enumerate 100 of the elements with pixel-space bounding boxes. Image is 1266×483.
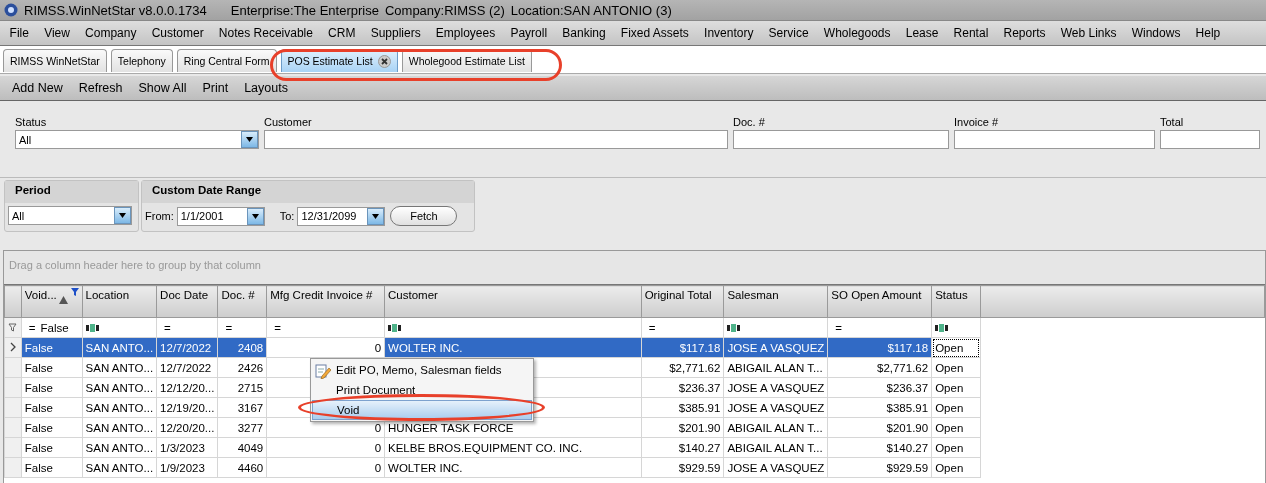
table-cell: $2,771.62 <box>641 357 724 378</box>
close-icon[interactable] <box>377 54 391 68</box>
filter-icon[interactable] <box>70 288 79 296</box>
table-cell: False <box>21 397 83 418</box>
menu-item[interactable]: Help <box>1188 26 1228 40</box>
dropdown-field[interactable]: All <box>8 206 132 225</box>
menu-item[interactable]: View <box>36 26 78 40</box>
table-cell: 1/3/2023 <box>156 437 218 458</box>
menu-item[interactable]: Void <box>312 400 532 420</box>
table-cell: ABIGAIL ALAN T... <box>723 417 828 438</box>
input-field[interactable] <box>1160 130 1260 149</box>
table-cell: False <box>21 377 83 398</box>
table-cell: SAN ANTO... <box>82 357 157 378</box>
field-label: Invoice # <box>954 116 1000 128</box>
column-header[interactable]: Original Total <box>641 285 724 318</box>
toolbar-button[interactable]: Print <box>194 81 237 95</box>
menu-item[interactable]: Print Document <box>312 380 532 400</box>
column-header[interactable]: Salesman <box>723 285 828 318</box>
menu-item[interactable]: Payroll <box>502 26 555 40</box>
group-by-hint: Drag a column header here to group by that column <box>4 251 1265 285</box>
table-cell: $201.90 <box>641 417 724 438</box>
tab[interactable]: Ring Central Form <box>176 49 277 72</box>
filter-value[interactable]: False <box>35 321 69 334</box>
table-cell: 0 <box>266 437 385 458</box>
menu-item[interactable]: Lease <box>898 26 946 40</box>
menu-item[interactable]: Edit PO, Memo, Salesman fields <box>312 360 532 380</box>
column-header[interactable]: Doc Date <box>156 285 218 318</box>
location-label: Location:SAN ANTONIO (3) <box>510 2 672 18</box>
input-field[interactable] <box>733 130 949 149</box>
table-cell: Open <box>931 357 981 378</box>
field-label: Total <box>1160 116 1185 128</box>
text-filter-icon[interactable] <box>935 323 949 332</box>
tab[interactable]: Telephony <box>110 49 173 72</box>
menu-item[interactable]: Web Links <box>1053 26 1125 40</box>
menu-item[interactable]: Service <box>761 26 817 40</box>
menu-item[interactable]: Windows <box>1124 26 1188 40</box>
input-field[interactable] <box>264 130 728 149</box>
group-title: Period <box>5 181 138 203</box>
filter-operator[interactable]: = <box>831 321 843 334</box>
table-cell: SAN ANTO... <box>82 457 157 478</box>
toolbar-button[interactable]: Show All <box>130 81 195 95</box>
text-filter-icon[interactable] <box>727 323 741 332</box>
date-field[interactable]: 12/31/2099 <box>297 206 386 226</box>
text-filter-icon[interactable] <box>388 323 402 332</box>
menu-item[interactable]: Suppliers <box>363 26 429 40</box>
menu-item[interactable]: Notes Receivable <box>211 26 321 40</box>
table-cell: Open <box>931 457 981 478</box>
toolbar-button[interactable]: Refresh <box>70 81 131 95</box>
table-cell: $385.91 <box>827 397 932 418</box>
dropdown-field[interactable]: All <box>15 130 259 149</box>
table-cell: $236.37 <box>827 377 932 398</box>
table-cell: $929.59 <box>827 457 932 478</box>
menu-item[interactable]: CRM <box>320 26 364 40</box>
to-label: To: <box>279 210 295 222</box>
column-header[interactable]: Status <box>931 285 981 318</box>
table-cell: $236.37 <box>641 377 724 398</box>
table-cell: 12/20/20... <box>156 417 218 438</box>
text-filter-icon[interactable] <box>85 323 99 332</box>
table-cell: $385.91 <box>641 397 724 418</box>
sort-ascending-icon <box>58 296 68 304</box>
table-cell: SAN ANTO... <box>82 437 157 458</box>
fetch-button[interactable]: Fetch <box>390 206 458 226</box>
table-cell: $2,771.62 <box>827 357 932 378</box>
filter-operator[interactable]: = <box>270 321 281 334</box>
toolbar-button[interactable]: Add New <box>4 81 71 95</box>
menu-item[interactable]: Rental <box>946 26 996 40</box>
menu-item[interactable]: Company <box>77 26 145 40</box>
date-field[interactable]: 1/1/2001 <box>176 206 265 226</box>
menu-item[interactable]: Fixed Assets <box>613 26 697 40</box>
menu-item[interactable]: Banking <box>554 26 614 40</box>
column-header[interactable]: Void... <box>21 285 83 318</box>
input-field[interactable] <box>954 130 1155 149</box>
menu-item[interactable]: File <box>2 26 37 40</box>
menu-item[interactable]: Wholegoods <box>816 26 899 40</box>
field-label: Status <box>15 116 48 128</box>
toolbar-button[interactable]: Layouts <box>236 81 296 95</box>
group-title: Custom Date Range <box>142 181 474 203</box>
column-header[interactable]: Mfg Credit Invoice # <box>266 285 385 318</box>
table-cell: WOLTER INC. <box>384 457 642 478</box>
filter-operator[interactable]: = <box>644 321 656 334</box>
table-cell: Open <box>931 397 981 418</box>
tab[interactable]: RIMSS WinNetStar <box>3 49 107 72</box>
table-cell: False <box>21 437 83 458</box>
column-header[interactable]: Doc. # <box>217 285 267 318</box>
filter-operator[interactable]: = <box>221 321 233 334</box>
menu-item[interactable]: Reports <box>995 26 1054 40</box>
filter-operator[interactable]: = <box>24 321 36 334</box>
table-cell: JOSE A VASQUEZ <box>723 397 828 418</box>
table-cell: $140.27 <box>641 437 724 458</box>
table-cell: SAN ANTO... <box>82 417 157 438</box>
column-header[interactable]: Location <box>82 285 157 318</box>
column-header[interactable]: Customer <box>384 285 642 318</box>
table-cell: ABIGAIL ALAN T... <box>723 437 828 458</box>
filter-operator[interactable]: = <box>160 321 171 334</box>
table-cell: Open <box>931 337 981 358</box>
column-header[interactable]: SO Open Amount <box>827 285 932 318</box>
menu-item[interactable]: Employees <box>428 26 503 40</box>
menu-item[interactable]: Customer <box>144 26 212 40</box>
field-label: Doc. # <box>733 116 766 128</box>
menu-item[interactable]: Inventory <box>696 26 761 40</box>
